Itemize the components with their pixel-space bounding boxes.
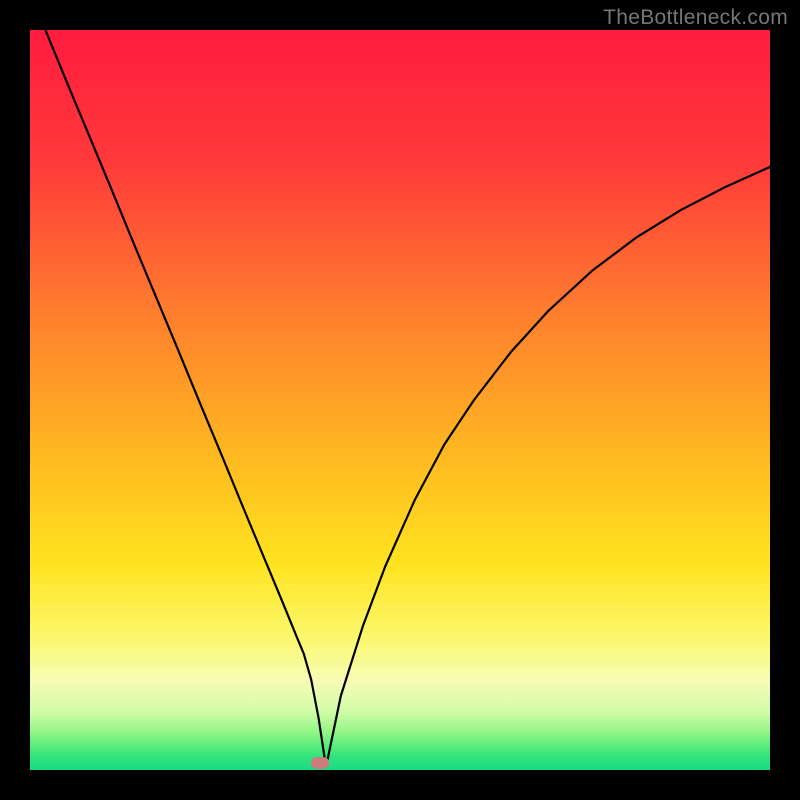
plot-area: [30, 30, 770, 770]
bottleneck-curve: [30, 30, 770, 770]
watermark-text: TheBottleneck.com: [603, 6, 788, 30]
optimum-marker: [311, 757, 329, 769]
chart-frame: TheBottleneck.com: [0, 0, 800, 800]
